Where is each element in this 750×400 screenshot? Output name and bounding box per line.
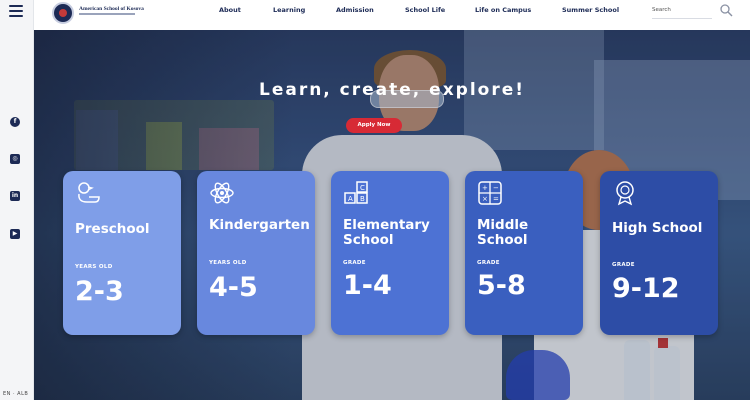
- school-logo-name[interactable]: American School of Kosova: [79, 6, 144, 12]
- language-switch[interactable]: EN · ALB: [3, 391, 28, 397]
- nav-summer-school[interactable]: Summer School: [562, 6, 619, 14]
- svg-text:+: +: [482, 184, 488, 192]
- hero-banner: Learn, create, explore! Apply Now Presch…: [34, 30, 750, 400]
- card-title: Elementary School: [343, 217, 430, 248]
- nav-admission[interactable]: Admission: [336, 6, 374, 14]
- left-rail: f ◎ in ▶ EN · ALB: [0, 0, 34, 400]
- card-sublabel: GRADE: [612, 262, 635, 268]
- card-range: 2-3: [75, 276, 124, 307]
- card-sublabel: YEARS OLD: [75, 264, 113, 270]
- card-sublabel: YEARS OLD: [209, 260, 247, 266]
- svg-text:A: A: [348, 195, 353, 203]
- search-icon[interactable]: [719, 3, 733, 17]
- card-title: Kindergarten: [209, 217, 310, 233]
- school-logo-seal[interactable]: [52, 2, 74, 24]
- card-title: Preschool: [75, 221, 150, 237]
- card-title: High School: [612, 220, 703, 236]
- card-middle-school[interactable]: + − × = Middle School GRADE 5-8: [465, 171, 583, 335]
- youtube-icon[interactable]: ▶: [10, 229, 20, 239]
- atom-icon: [210, 182, 234, 204]
- card-elementary-school[interactable]: A B C Elementary School GRADE 1-4: [331, 171, 449, 335]
- card-preschool[interactable]: Preschool YEARS OLD 2-3: [63, 171, 181, 335]
- nav-school-life[interactable]: School Life: [405, 6, 445, 14]
- svg-text:C: C: [360, 184, 365, 192]
- logo-tagline-line: [79, 13, 135, 15]
- svg-text:=: =: [493, 195, 499, 203]
- search-input[interactable]: Search: [652, 7, 671, 13]
- menu-icon[interactable]: [9, 5, 23, 17]
- svg-text:×: ×: [482, 195, 488, 203]
- site-header: American School of Kosova About Learning…: [34, 0, 750, 30]
- card-range: 9-12: [612, 273, 680, 304]
- card-high-school[interactable]: High School GRADE 9-12: [600, 171, 718, 335]
- svg-text:−: −: [493, 184, 499, 192]
- hero-title: Learn, create, explore!: [258, 80, 526, 100]
- card-sublabel: GRADE: [477, 260, 500, 266]
- facebook-icon[interactable]: f: [10, 117, 20, 127]
- nav-life-on-campus[interactable]: Life on Campus: [475, 6, 531, 14]
- calculator-icon: + − × =: [478, 181, 502, 205]
- duck-icon: [78, 182, 100, 203]
- card-kindergarten[interactable]: Kindergarten YEARS OLD 4-5: [197, 171, 315, 335]
- medal-icon: [616, 181, 634, 206]
- search-underline: [652, 18, 712, 19]
- nav-about[interactable]: About: [219, 6, 241, 14]
- svg-text:B: B: [360, 195, 365, 203]
- card-range: 5-8: [477, 270, 526, 301]
- blocks-icon: A B C: [344, 181, 368, 204]
- card-title: Middle School: [477, 217, 529, 248]
- card-sublabel: GRADE: [343, 260, 366, 266]
- card-range: 1-4: [343, 270, 392, 301]
- instagram-icon[interactable]: ◎: [10, 154, 20, 164]
- linkedin-icon[interactable]: in: [10, 191, 20, 201]
- nav-learning[interactable]: Learning: [273, 6, 305, 14]
- apply-now-button[interactable]: Apply Now: [346, 118, 402, 133]
- card-range: 4-5: [209, 272, 258, 303]
